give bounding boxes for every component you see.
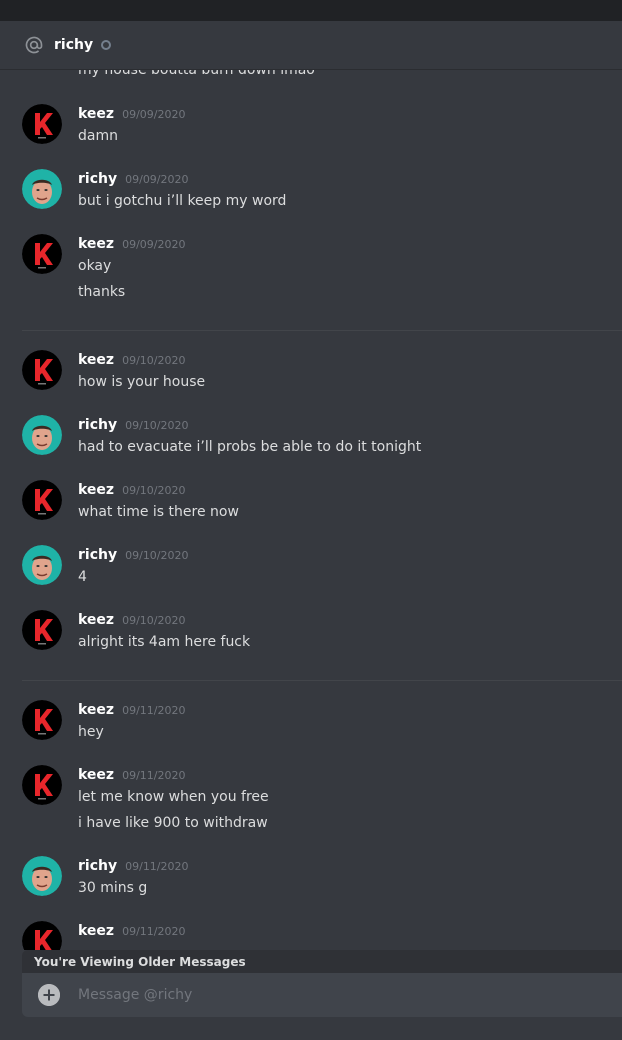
avatar[interactable] (22, 104, 62, 144)
avatar[interactable] (22, 700, 62, 740)
channel-header: richy (0, 21, 622, 70)
message-content: had to evacuate i’ll probs be able to do… (78, 439, 422, 455)
message-content: hey (78, 724, 104, 740)
older-messages-label: You're Viewing Older Messages (34, 954, 246, 969)
date-divider (22, 680, 622, 681)
avatar[interactable] (22, 234, 62, 274)
message-content: 30 mins g (78, 880, 148, 896)
message-content: how is your house (78, 374, 206, 390)
message-content: my house boutta burn down lmao (78, 70, 315, 78)
window-titlebar (0, 0, 622, 21)
message-content: okay (78, 258, 112, 274)
avatar[interactable] (22, 480, 62, 520)
message-composer (22, 973, 622, 1017)
message-author[interactable]: keez (78, 106, 114, 122)
message-author[interactable]: keez (78, 923, 114, 939)
message-content: but i gotchu i’ll keep my word (78, 193, 287, 209)
message-author[interactable]: keez (78, 612, 114, 628)
avatar[interactable] (22, 921, 62, 950)
avatar[interactable] (22, 350, 62, 390)
message-author[interactable]: keez (78, 352, 114, 368)
avatar[interactable] (22, 545, 62, 585)
avatar[interactable] (22, 856, 62, 896)
message-timestamp: 09/11/2020 (125, 860, 189, 873)
message-author[interactable]: keez (78, 702, 114, 718)
message-timestamp: 09/11/2020 (122, 769, 186, 782)
message-timestamp: 09/09/2020 (122, 108, 186, 121)
message-timestamp: 09/10/2020 (122, 614, 186, 627)
message-timestamp: 09/10/2020 (122, 354, 186, 367)
older-messages-banner[interactable]: You're Viewing Older Messages (22, 950, 622, 973)
message-author[interactable]: richy (78, 171, 117, 187)
message-author[interactable]: richy (78, 417, 117, 433)
message-author[interactable]: keez (78, 767, 114, 783)
message-timestamp: 09/11/2020 (122, 704, 186, 717)
message-timestamp: 09/09/2020 (122, 238, 186, 251)
avatar[interactable] (22, 765, 62, 805)
at-sign-icon (24, 35, 44, 55)
date-divider (22, 330, 622, 331)
message-content: alright its 4am here fuck (78, 634, 251, 650)
message-content: 4 (78, 569, 87, 585)
plus-circle-icon[interactable] (38, 984, 60, 1006)
message-list[interactable]: my house boutta burn down lmao keez 09/09… (0, 70, 622, 950)
message-author[interactable]: richy (78, 858, 117, 874)
avatar[interactable] (22, 169, 62, 209)
message-timestamp: 09/11/2020 (122, 925, 186, 938)
message-content: thanks (78, 284, 126, 300)
message-input[interactable] (78, 987, 558, 1003)
message-author[interactable]: keez (78, 236, 114, 252)
message-timestamp: 09/10/2020 (125, 419, 189, 432)
message-author[interactable]: richy (78, 547, 117, 563)
message-timestamp: 09/09/2020 (125, 173, 189, 186)
message-content: what time is there now (78, 504, 239, 520)
message-timestamp: 09/10/2020 (125, 549, 189, 562)
message-timestamp: 09/10/2020 (122, 484, 186, 497)
message-content: let me know when you free (78, 789, 269, 805)
footer-area (0, 1017, 622, 1040)
channel-name[interactable]: richy (54, 37, 93, 53)
message-content: i have like 900 to withdraw (78, 815, 268, 831)
avatar[interactable] (22, 415, 62, 455)
offline-status-icon (101, 40, 112, 50)
message-content: damn (78, 128, 118, 144)
message-author[interactable]: keez (78, 482, 114, 498)
avatar[interactable] (22, 610, 62, 650)
